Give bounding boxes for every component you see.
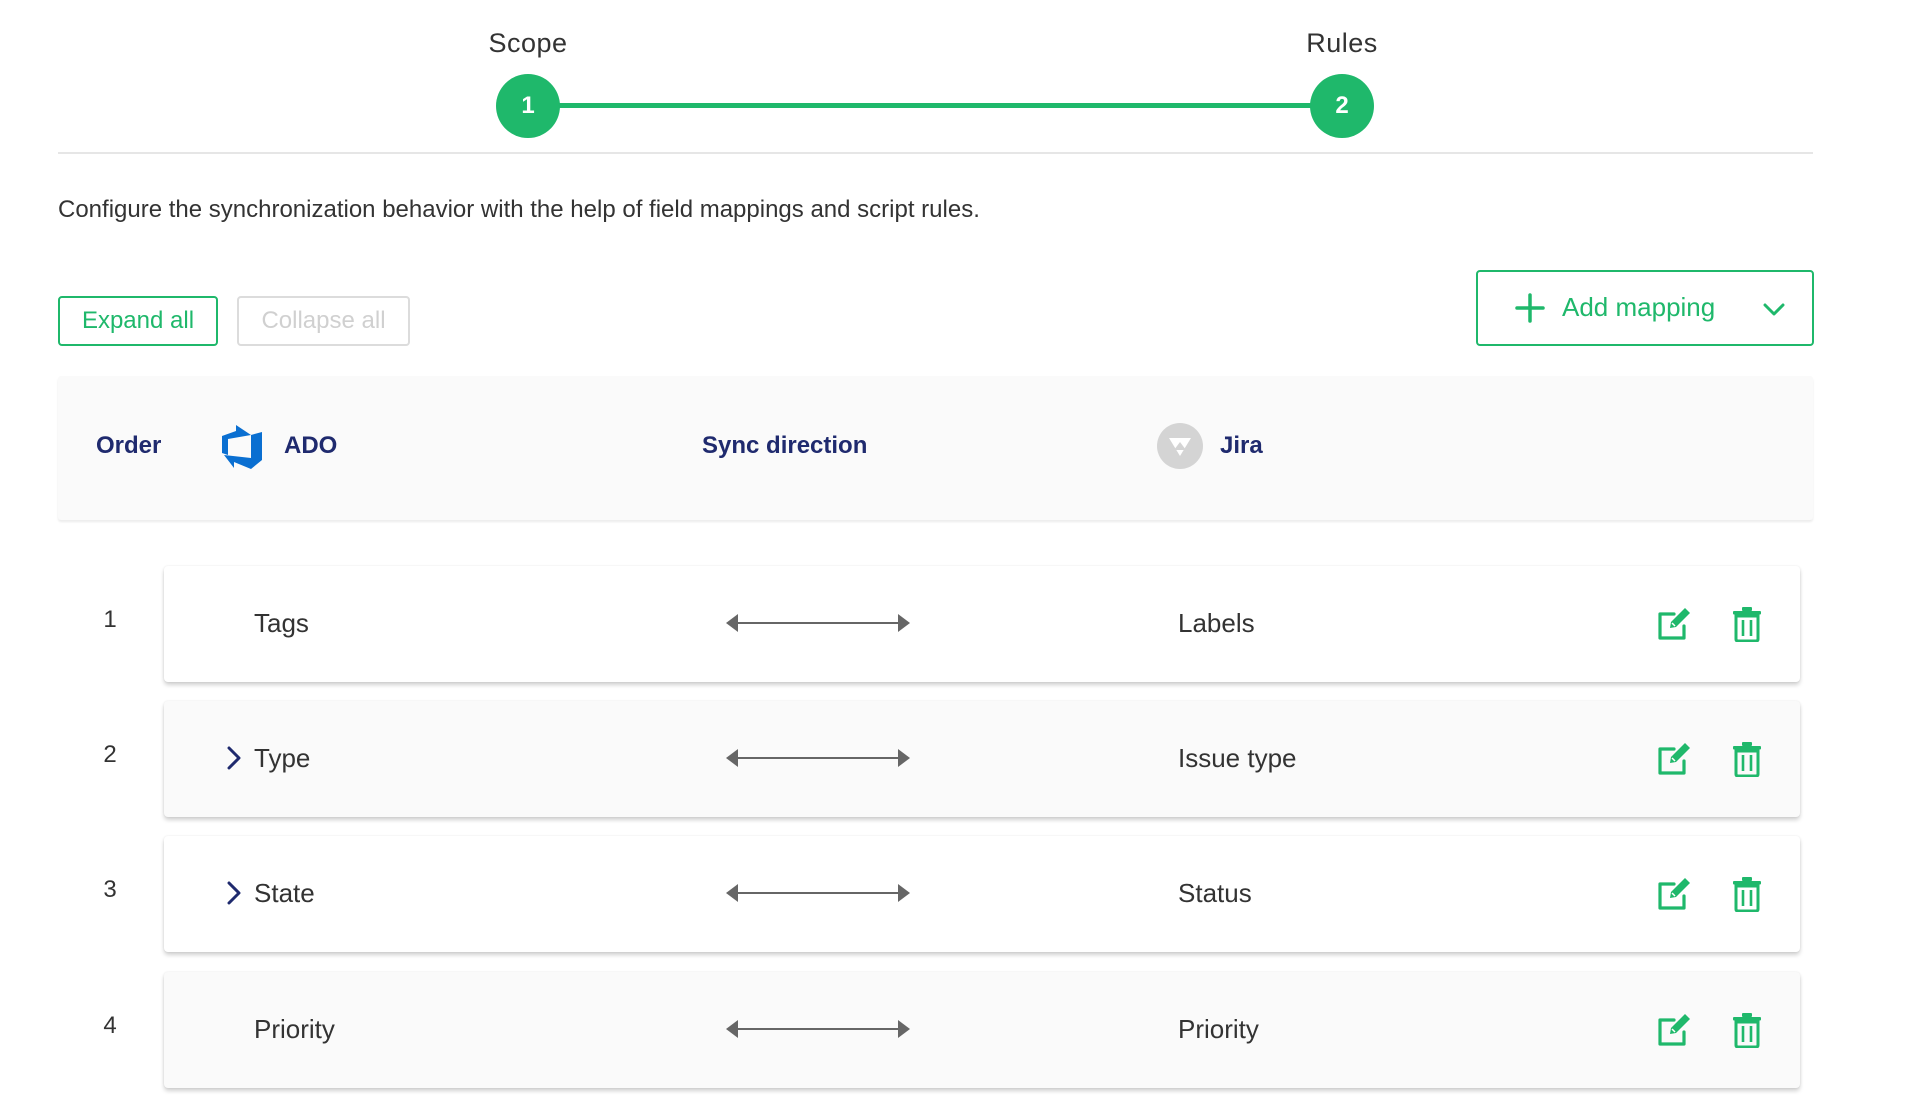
jira-field-name: Status — [1178, 878, 1252, 908]
row-order-number: 4 — [103, 1012, 117, 1039]
edit-icon[interactable] — [1656, 876, 1692, 912]
trash-icon[interactable] — [1732, 876, 1762, 912]
step-circle-rules[interactable]: 2 — [1310, 74, 1374, 138]
column-header-order: Order — [96, 432, 162, 459]
edit-icon[interactable] — [1656, 741, 1692, 777]
bidirectional-arrow-icon — [726, 614, 910, 632]
add-mapping-label: Add mapping — [1562, 292, 1716, 322]
step-connector — [528, 103, 1342, 108]
azure-devops-icon — [222, 425, 262, 469]
step-label-scope: Scope — [488, 28, 568, 58]
chevron-down-icon[interactable] — [1760, 296, 1788, 324]
divider — [58, 152, 1813, 154]
mapping-row[interactable]: Tags Labels — [164, 566, 1800, 682]
plus-icon — [1515, 293, 1545, 323]
table-header: Order ADO Sync direction Jira — [58, 376, 1813, 520]
trash-icon[interactable] — [1732, 606, 1762, 642]
jira-field-name: Priority — [1178, 1014, 1259, 1044]
column-header-jira: Jira — [1220, 432, 1263, 459]
jira-field-name: Labels — [1178, 608, 1255, 638]
mapping-row[interactable]: Type Issue type — [164, 701, 1800, 817]
mapping-row[interactable]: Priority Priority — [164, 972, 1800, 1088]
mapping-rules-page: Scope Rules 1 2 Configure the synchroniz… — [0, 0, 1920, 1098]
step-circle-scope[interactable]: 1 — [496, 74, 560, 138]
row-order-number: 2 — [103, 741, 117, 768]
ado-field-name: Priority — [254, 1014, 335, 1044]
ado-field-name: Type — [254, 743, 311, 773]
ado-field-name: State — [254, 878, 315, 908]
column-header-ado: ADO — [284, 432, 338, 459]
chevron-right-icon[interactable] — [226, 745, 242, 771]
jira-icon — [1157, 423, 1203, 469]
collapse-all-button[interactable]: Collapse all — [237, 296, 410, 346]
bidirectional-arrow-icon — [726, 884, 910, 902]
edit-icon[interactable] — [1656, 1012, 1692, 1048]
chevron-right-icon[interactable] — [226, 880, 242, 906]
add-mapping-button[interactable]: Add mapping — [1476, 270, 1814, 346]
trash-icon[interactable] — [1732, 1012, 1762, 1048]
expand-all-button[interactable]: Expand all — [58, 296, 218, 346]
jira-field-name: Issue type — [1178, 743, 1297, 773]
column-header-sync-direction: Sync direction — [702, 432, 868, 459]
ado-field-name: Tags — [254, 608, 309, 638]
stepper: Scope Rules 1 2 — [0, 0, 1920, 160]
bidirectional-arrow-icon — [726, 1020, 910, 1038]
trash-icon[interactable] — [1732, 741, 1762, 777]
edit-icon[interactable] — [1656, 606, 1692, 642]
intro-text: Configure the synchronization behavior w… — [58, 196, 980, 223]
row-order-number: 1 — [103, 606, 117, 633]
row-order-number: 3 — [103, 876, 117, 903]
bidirectional-arrow-icon — [726, 749, 910, 767]
mapping-row[interactable]: State Status — [164, 836, 1800, 952]
step-label-rules: Rules — [1306, 28, 1378, 58]
